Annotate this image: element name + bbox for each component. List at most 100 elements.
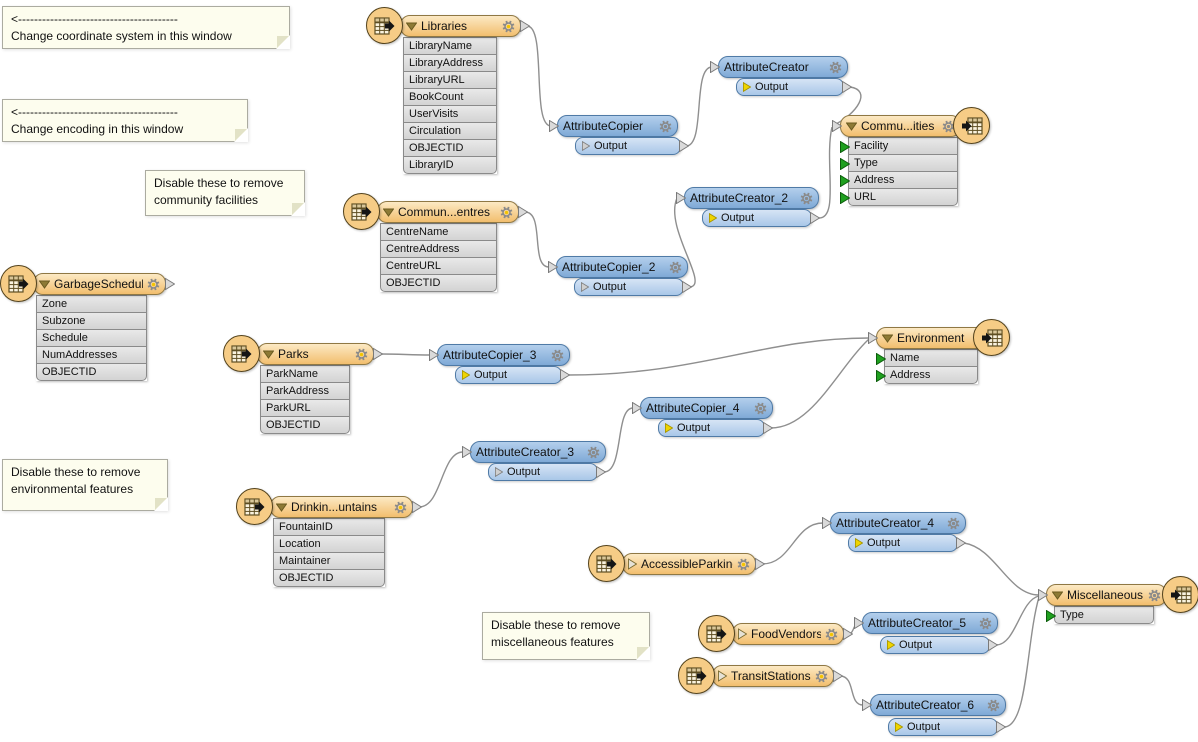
- attribute-row[interactable]: LibraryURL: [403, 71, 497, 89]
- node-miscellaneous[interactable]: Miscellaneous: [1046, 584, 1167, 606]
- parameters-gear-icon[interactable]: [829, 61, 842, 74]
- transformer-output-bar[interactable]: Output: [848, 534, 958, 552]
- parameters-gear-icon[interactable]: [355, 348, 368, 361]
- collapse-toggle-icon[interactable]: [718, 670, 727, 682]
- input-port[interactable]: [632, 402, 642, 414]
- output-port[interactable]: [560, 369, 570, 381]
- attribute-row[interactable]: Type: [848, 154, 958, 172]
- connection-wire[interactable]: [1004, 597, 1039, 727]
- reader-table-icon[interactable]: [236, 488, 273, 525]
- annotation-note[interactable]: Disable these to removecommunity facilit…: [145, 170, 305, 216]
- output-port[interactable]: [843, 628, 853, 640]
- writer-attribute-port[interactable]: [840, 175, 850, 187]
- output-port[interactable]: [682, 281, 692, 293]
- attribute-row[interactable]: OBJECTID: [36, 363, 147, 381]
- connection-wire[interactable]: [686, 67, 712, 146]
- connection-wire[interactable]: [762, 523, 823, 564]
- expand-toggle-icon[interactable]: [1052, 591, 1063, 600]
- writer-table-icon[interactable]: [973, 319, 1010, 356]
- annotation-note[interactable]: Disable these to removemiscellaneous fea…: [482, 612, 650, 660]
- input-port[interactable]: [868, 332, 878, 344]
- attribute-row[interactable]: Address: [884, 366, 978, 384]
- collapse-toggle-icon[interactable]: [738, 628, 747, 640]
- transformer-output-bar[interactable]: Output: [888, 718, 998, 736]
- attribute-row[interactable]: Maintainer: [273, 552, 385, 570]
- node-attributecopier_2[interactable]: AttributeCopier_2: [556, 256, 688, 278]
- transformer-output-bar[interactable]: Output: [702, 209, 812, 227]
- expand-toggle-icon[interactable]: [39, 280, 50, 289]
- node-garbage-schedule[interactable]: GarbageSchedule: [33, 273, 166, 295]
- input-port[interactable]: [676, 192, 686, 204]
- attribute-row[interactable]: Schedule: [36, 329, 147, 347]
- node-attributecreator_6[interactable]: AttributeCreator_6: [870, 694, 1006, 716]
- node-community-centres[interactable]: Commun...entres: [377, 201, 519, 223]
- writer-attribute-port[interactable]: [1046, 610, 1056, 622]
- parameters-gear-icon[interactable]: [551, 349, 564, 362]
- node-accessible-parking[interactable]: AccessibleParking: [622, 553, 756, 575]
- attribute-row[interactable]: ParkAddress: [260, 382, 350, 400]
- annotation-note[interactable]: <---------------------------------------…: [2, 6, 290, 49]
- attribute-row[interactable]: NumAddresses: [36, 346, 147, 364]
- node-attributecreator_5[interactable]: AttributeCreator_5: [862, 612, 998, 634]
- connection-wire[interactable]: [818, 127, 832, 218]
- parameters-gear-icon[interactable]: [1148, 589, 1161, 602]
- attribute-row[interactable]: URL: [848, 188, 958, 206]
- connection-wire[interactable]: [771, 339, 869, 428]
- attribute-row[interactable]: LibraryAddress: [403, 54, 497, 72]
- output-port[interactable]: [165, 278, 175, 290]
- writer-table-icon[interactable]: [953, 107, 990, 144]
- attribute-row[interactable]: Zone: [36, 295, 147, 313]
- output-port[interactable]: [679, 140, 689, 152]
- connection-wire[interactable]: [568, 338, 869, 375]
- transformer-output-bar[interactable]: Output: [880, 636, 990, 654]
- attribute-row[interactable]: Location: [273, 535, 385, 553]
- parameters-gear-icon[interactable]: [979, 617, 992, 630]
- attribute-row[interactable]: ParkName: [260, 365, 350, 383]
- writer-attribute-port[interactable]: [840, 158, 850, 170]
- attribute-row[interactable]: Facility: [848, 137, 958, 155]
- transformer-output-bar[interactable]: Output: [658, 419, 765, 437]
- parameters-gear-icon[interactable]: [754, 402, 767, 415]
- parameters-gear-icon[interactable]: [815, 670, 828, 683]
- node-transit-stations[interactable]: TransitStations: [712, 665, 834, 687]
- node-attributecreator_2[interactable]: AttributeCreator_2: [684, 187, 819, 209]
- expand-toggle-icon[interactable]: [263, 350, 274, 359]
- node-libraries[interactable]: Libraries: [400, 15, 521, 37]
- input-port[interactable]: [548, 261, 558, 273]
- transformer-output-bar[interactable]: Output: [736, 78, 844, 96]
- parameters-gear-icon[interactable]: [947, 517, 960, 530]
- attribute-row[interactable]: OBJECTID: [380, 274, 497, 292]
- parameters-gear-icon[interactable]: [587, 446, 600, 459]
- attribute-row[interactable]: OBJECTID: [260, 416, 350, 434]
- reader-table-icon[interactable]: [698, 615, 735, 652]
- node-parks[interactable]: Parks: [257, 343, 374, 365]
- input-port[interactable]: [862, 699, 872, 711]
- connection-wire[interactable]: [840, 676, 863, 705]
- connection-wire[interactable]: [419, 452, 463, 507]
- annotation-note[interactable]: Disable these to removeenvironmental fea…: [2, 459, 168, 511]
- connection-wire[interactable]: [996, 596, 1039, 645]
- attribute-row[interactable]: CentreName: [380, 223, 497, 241]
- input-port[interactable]: [854, 617, 864, 629]
- node-attributecopier_3[interactable]: AttributeCopier_3: [437, 344, 570, 366]
- reader-table-icon[interactable]: [343, 193, 380, 230]
- input-port[interactable]: [1038, 589, 1048, 601]
- node-food-vendors[interactable]: FoodVendors: [732, 623, 844, 645]
- reader-table-icon[interactable]: [588, 545, 625, 582]
- connection-wire[interactable]: [964, 543, 1039, 595]
- parameters-gear-icon[interactable]: [394, 501, 407, 514]
- attribute-row[interactable]: LibraryName: [403, 37, 497, 55]
- transformer-output-bar[interactable]: Output: [488, 463, 598, 481]
- attribute-row[interactable]: Type: [1054, 606, 1154, 624]
- connection-wire[interactable]: [527, 26, 551, 126]
- reader-table-icon[interactable]: [223, 335, 260, 372]
- transformer-output-bar[interactable]: Output: [574, 278, 684, 296]
- parameters-gear-icon[interactable]: [737, 558, 750, 571]
- output-port[interactable]: [833, 670, 843, 682]
- output-port[interactable]: [518, 206, 528, 218]
- input-port[interactable]: [832, 120, 842, 132]
- writer-table-icon[interactable]: [1162, 576, 1198, 613]
- output-port[interactable]: [596, 466, 606, 478]
- writer-attribute-port[interactable]: [840, 141, 850, 153]
- output-port[interactable]: [810, 212, 820, 224]
